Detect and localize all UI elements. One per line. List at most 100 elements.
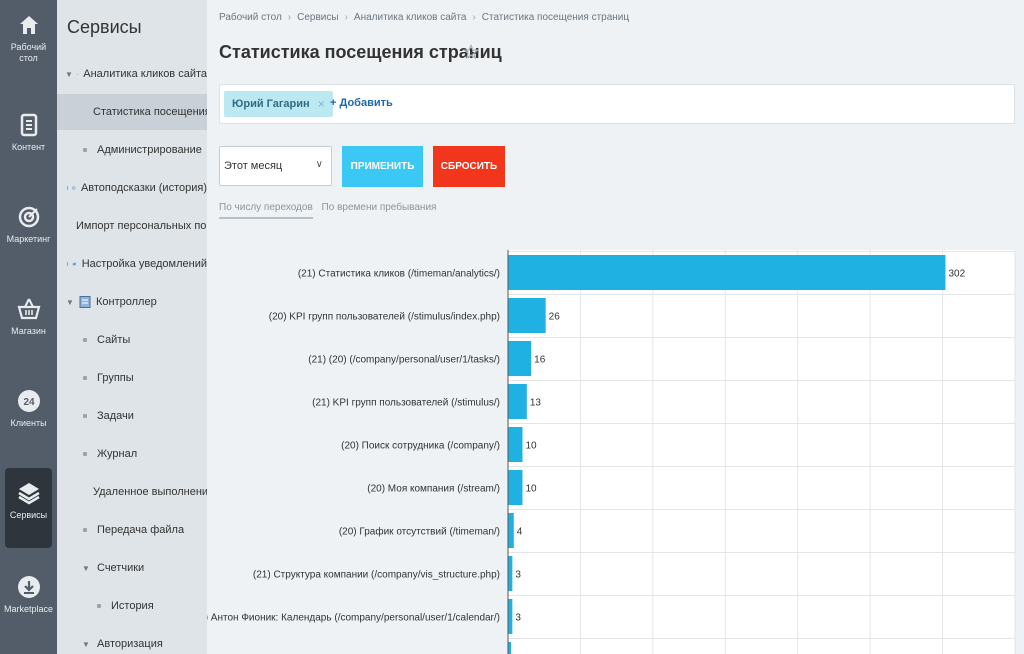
document-icon [20, 113, 37, 137]
chart-category-label: (20) Поиск сотрудника (/company/) [341, 441, 500, 452]
rail-item-shop[interactable]: Магазин [0, 296, 57, 337]
breadcrumb-separator-icon: › [287, 12, 292, 23]
chart-value-label: 302 [948, 269, 965, 280]
mode-tabs: По числу переходов По времени пребывания [219, 202, 442, 219]
chart-value-label: 16 [534, 355, 546, 366]
menu-item-click-analytics[interactable]: ▼ Аналитика кликов сайта [57, 56, 207, 92]
chart-value-label: 4 [517, 527, 523, 538]
breadcrumb: Рабочий стол › Сервисы › Аналитика кликов са… [219, 12, 629, 23]
search-icon [72, 186, 76, 190]
menu-item-import[interactable]: 24 Импорт персональных пок [57, 208, 207, 244]
apply-button[interactable]: ПРИМЕНИТЬ [342, 146, 423, 187]
tag-label: Юрий Гагарин [232, 98, 310, 110]
menu-item-controller[interactable]: ▼ Контроллер [57, 284, 207, 320]
chart-category-label: (20) График отсутствий (/timeman/) [339, 526, 500, 538]
chart-bar [508, 513, 514, 548]
add-filter-link[interactable]: + Добавить [330, 97, 393, 109]
chart-bar [508, 255, 946, 290]
menu-item-history[interactable]: История [57, 588, 207, 624]
chevron-down-icon: ▼ [82, 639, 90, 649]
breadcrumb-item[interactable]: Рабочий стол [219, 12, 282, 23]
bullet-icon [97, 604, 101, 608]
bullet-icon [83, 528, 87, 532]
menu-item-remote-exec[interactable]: Удаленное выполнение ко [57, 474, 207, 510]
chart-category-label: (21) (20) (/company/personal/user/1/task… [308, 355, 500, 366]
chart-bar [508, 341, 532, 376]
menu-item-page-stats[interactable]: Статистика посещения стр [57, 94, 207, 130]
rail-label: Marketplace [3, 604, 54, 614]
chart-bar [508, 298, 546, 333]
menu-item-label: Группы [97, 372, 134, 384]
breadcrumb-separator-icon: › [344, 12, 348, 23]
period-select[interactable]: Этот месяц ∨ [219, 146, 332, 186]
reset-button[interactable]: СБРОСИТЬ [433, 146, 505, 187]
menu-item-tasks[interactable]: Задачи [57, 398, 207, 434]
rail-item-clients[interactable]: 24 Клиенты [0, 388, 57, 429]
chevron-down-icon: ∨ [315, 159, 323, 170]
menu-item-label: Сайты [97, 334, 131, 346]
menu-item-counters[interactable]: ▼ Счетчики [57, 550, 207, 586]
menu-item-label: Администрирование [97, 144, 202, 156]
breadcrumb-item[interactable]: Сервисы [297, 12, 338, 23]
chart-bar [508, 556, 513, 591]
rail-item-marketplace[interactable]: Marketplace [0, 574, 57, 615]
user-filter-tag[interactable]: Юрий Гагарин × [224, 91, 333, 117]
chart-value-label: 10 [525, 441, 537, 452]
chart-category-label: (21) Структура компании (/company/vis_st… [253, 570, 500, 581]
menu-item-file-transfer[interactable]: Передача файла [57, 512, 207, 548]
tab-by-time[interactable]: По времени пребывания [322, 202, 437, 217]
breadcrumb-item[interactable]: Аналитика кликов сайта [354, 12, 467, 23]
rail-item-marketing[interactable]: Маркетинг [0, 204, 57, 245]
page-visits-chart: (21) Статистика кликов (/timeman/analyti… [207, 250, 1016, 654]
menu-item-groups[interactable]: Группы [57, 360, 207, 396]
close-icon[interactable]: × [318, 97, 325, 111]
menu-item-label: Авторизация [97, 638, 163, 650]
clients-badge: 24 [23, 397, 35, 408]
rail-item-desktop[interactable]: Рабочий стол [0, 12, 57, 64]
filter-bar[interactable]: Юрий Гагарин × + Добавить [219, 84, 1015, 124]
menu-item-auth[interactable]: ▼ Авторизация [57, 626, 207, 654]
breadcrumb-item[interactable]: Статистика посещения страниц [482, 12, 629, 23]
server-icon [79, 296, 91, 308]
bullet-icon [67, 262, 69, 266]
basket-icon [17, 298, 40, 320]
menu-item-autosuggest[interactable]: Автоподсказки (история) [57, 170, 207, 206]
chart-value-label: 13 [530, 398, 542, 409]
menu-item-label: Контроллер [96, 296, 157, 308]
rail-item-services[interactable]: Сервисы [5, 468, 52, 548]
home-icon [19, 16, 38, 34]
star-icon[interactable] [463, 44, 479, 60]
bullet-icon [67, 186, 69, 190]
chart-value-label: 10 [525, 484, 537, 495]
megaphone-icon [72, 262, 76, 266]
bullet-icon [83, 376, 87, 380]
menu-item-admin[interactable]: Администрирование [57, 132, 207, 168]
menu-item-label: Автоподсказки (история) [80, 182, 207, 194]
rail-label: Сервисы [9, 510, 48, 520]
menu-item-label: Передача файла [97, 524, 185, 536]
menu-item-sites[interactable]: Сайты [57, 322, 207, 358]
page-title: Статистика посещения страниц [219, 42, 502, 62]
chart-value-label: 3 [515, 570, 521, 581]
menu-item-label: Счетчики [97, 562, 145, 574]
rail-item-content[interactable]: Контент [0, 112, 57, 153]
rail-label: Клиенты [10, 418, 47, 428]
tab-by-clicks[interactable]: По числу переходов [219, 202, 313, 219]
chart-category-label: (21) Антон Фионик: Календарь (/company/p… [207, 613, 500, 624]
chart-bar [508, 427, 523, 462]
bar-chart-icon [77, 73, 79, 75]
bullet-icon [83, 414, 87, 418]
rail-label: Рабочий [10, 42, 47, 52]
menu-item-notifications[interactable]: Настройка уведомлений [57, 246, 207, 282]
chart-category-label: (20) Моя компания (/stream/) [367, 484, 500, 495]
chevron-down-icon: ▼ [82, 563, 90, 573]
chart-bar [508, 599, 513, 634]
rail-label: Контент [11, 142, 46, 152]
menu-item-label: История [111, 600, 154, 612]
main-content: Рабочий стол › Сервисы › Аналитика кликов са… [207, 0, 1024, 654]
chart-value-label: 3 [515, 613, 521, 624]
menu-item-journal[interactable]: Журнал [57, 436, 207, 472]
menu-item-label: Задачи [97, 410, 134, 422]
menu-item-label: Статистика посещения стр [93, 106, 207, 118]
rail-label: Магазин [11, 326, 46, 336]
